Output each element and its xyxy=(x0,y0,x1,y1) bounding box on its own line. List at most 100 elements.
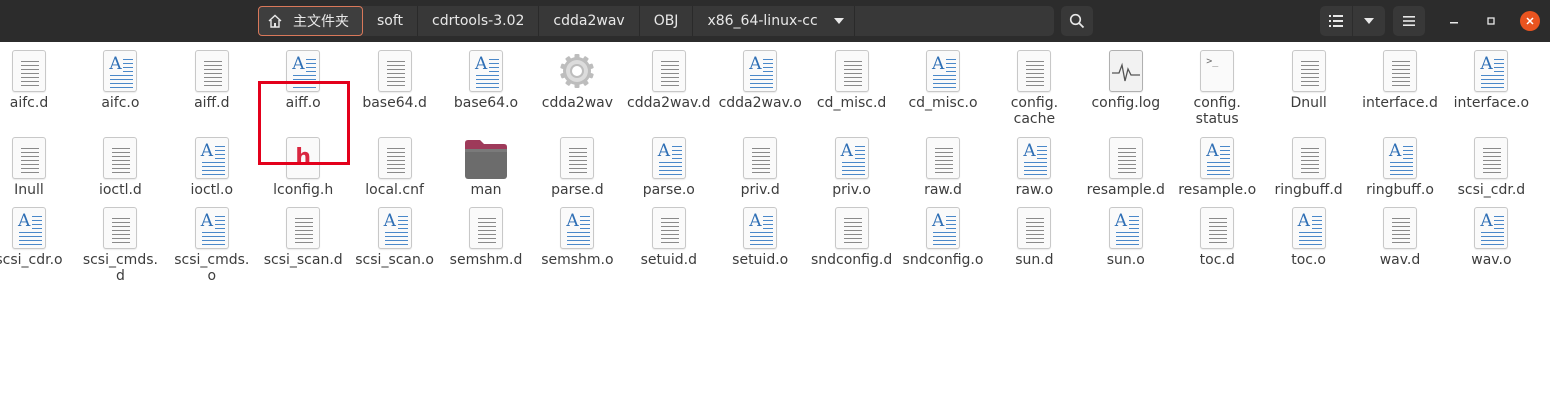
text-file-icon xyxy=(1474,137,1509,179)
file-label: scsi_cmds. o xyxy=(174,252,250,284)
object-file-icon: A xyxy=(12,207,46,249)
file-icon-wrapper: A xyxy=(1015,137,1053,181)
breadcrumb-soft[interactable]: soft xyxy=(363,6,419,36)
file-label: scsi_cdr.d xyxy=(1457,182,1526,198)
search-icon xyxy=(1069,13,1085,29)
file-icon-wrapper xyxy=(376,137,414,181)
file-label: lconfig.h xyxy=(273,182,334,198)
text-file-icon xyxy=(743,137,778,179)
file-icon-wrapper xyxy=(1107,137,1145,181)
breadcrumb-label: cdrtools-3.02 xyxy=(432,13,525,29)
breadcrumb-obj[interactable]: OBJ xyxy=(640,6,694,36)
file-icon-wrapper: A xyxy=(741,207,779,251)
file-icon-wrapper: A xyxy=(1472,50,1510,94)
file-icon-wrapper xyxy=(650,50,688,94)
file-label: Dnull xyxy=(1290,95,1327,111)
header-bar: 主文件夹 soft cdrtools-3.02 cdda2wav OBJ x86… xyxy=(0,0,1550,42)
file-icon-wrapper xyxy=(650,207,688,251)
object-file-icon: A xyxy=(103,50,138,92)
file-label: local.cnf xyxy=(365,182,424,198)
list-view-button[interactable] xyxy=(1320,6,1352,36)
file-label: parse.o xyxy=(642,182,695,198)
executable-gear-icon xyxy=(560,54,595,88)
file-label: config. status xyxy=(1193,95,1241,127)
file-label: priv.o xyxy=(832,182,871,198)
file-icon-wrapper: A xyxy=(1472,207,1510,251)
file-label: sndconfig.d xyxy=(810,252,893,268)
breadcrumb-cdrtools[interactable]: cdrtools-3.02 xyxy=(418,6,540,36)
file-label: setuid.d xyxy=(640,252,697,268)
file-icon-wrapper xyxy=(1381,50,1419,94)
close-button[interactable] xyxy=(1520,11,1540,31)
main-menu-button[interactable] xyxy=(1393,6,1425,36)
file-icon-wrapper xyxy=(924,137,962,181)
minimize-button[interactable] xyxy=(1441,8,1467,34)
file-icon-wrapper xyxy=(376,50,414,94)
text-file-icon xyxy=(560,137,595,179)
close-icon xyxy=(1526,17,1534,25)
text-file-icon xyxy=(377,137,412,179)
file-label: cdda2wav.o xyxy=(718,95,802,111)
file-icon-wrapper xyxy=(10,50,48,94)
file-icon-wrapper xyxy=(1472,137,1510,181)
file-label: toc.d xyxy=(1199,252,1235,268)
file-icon-wrapper: A xyxy=(650,137,688,181)
chevron-down-icon xyxy=(833,18,844,24)
file-label: ioctl.o xyxy=(190,182,234,198)
file-label: parse.d xyxy=(551,182,604,198)
file-label: config.log xyxy=(1091,95,1161,111)
file-label: base64.d xyxy=(362,95,427,111)
file-icon-wrapper: A xyxy=(10,207,48,251)
file-label: sndconfig.o xyxy=(902,252,984,268)
text-file-icon xyxy=(1200,207,1235,249)
file-icon-wrapper: A xyxy=(558,207,596,251)
file-label: semshm.o xyxy=(541,252,614,268)
file-icon-wrapper xyxy=(1290,50,1328,94)
text-file-icon xyxy=(1291,137,1326,179)
file-icon-wrapper xyxy=(833,50,871,94)
file-label: aiff.d xyxy=(194,95,230,111)
object-file-icon: A xyxy=(286,50,321,92)
file-icon-wrapper xyxy=(10,137,48,181)
file-label: scsi_cmds. d xyxy=(82,252,158,284)
file-icon-wrapper xyxy=(833,207,871,251)
file-icon-wrapper xyxy=(1015,207,1053,251)
file-label: base64.o xyxy=(453,95,519,111)
file-icon-wrapper: A xyxy=(284,50,322,94)
breadcrumb-cdda2wav[interactable]: cdda2wav xyxy=(539,6,640,36)
search-button[interactable] xyxy=(1061,6,1093,36)
file-label: config. cache xyxy=(1010,95,1059,127)
file-icon-wrapper: A xyxy=(1381,137,1419,181)
breadcrumb-home[interactable]: 主文件夹 xyxy=(258,6,363,36)
object-file-icon: A xyxy=(560,207,595,249)
file-icon-wrapper xyxy=(1015,50,1053,94)
text-file-icon xyxy=(103,207,138,249)
object-file-icon: A xyxy=(1474,207,1509,249)
restore-button[interactable] xyxy=(1478,8,1504,34)
file-icon-wrapper: A xyxy=(193,137,231,181)
breadcrumb-menu-button[interactable] xyxy=(824,6,855,36)
file-icon-wrapper: A xyxy=(924,50,962,94)
file-label: sun.d xyxy=(1015,252,1054,268)
object-file-icon: A xyxy=(194,137,229,179)
file-icon-wrapper: A xyxy=(741,50,779,94)
file-icon-wrapper xyxy=(1198,207,1236,251)
text-file-icon xyxy=(1108,137,1143,179)
text-file-icon xyxy=(12,137,46,179)
object-file-icon: A xyxy=(926,207,960,249)
view-options-button[interactable] xyxy=(1353,6,1385,36)
file-label: man xyxy=(470,182,502,198)
home-icon xyxy=(268,14,282,28)
header-file-icon: h xyxy=(286,137,321,179)
object-file-icon: A xyxy=(377,207,412,249)
file-icon-wrapper xyxy=(741,137,779,181)
file-label: interface.d xyxy=(1362,95,1438,111)
file-icon-wrapper: A xyxy=(833,137,871,181)
object-file-icon: A xyxy=(1474,50,1509,92)
file-icon-wrapper: h xyxy=(284,137,322,181)
text-file-icon xyxy=(926,137,960,179)
breadcrumb-label: x86_64-linux-cc xyxy=(707,13,818,29)
file-label: priv.d xyxy=(740,182,780,198)
breadcrumb-current[interactable]: x86_64-linux-cc xyxy=(693,6,823,36)
text-file-icon xyxy=(1017,50,1052,92)
